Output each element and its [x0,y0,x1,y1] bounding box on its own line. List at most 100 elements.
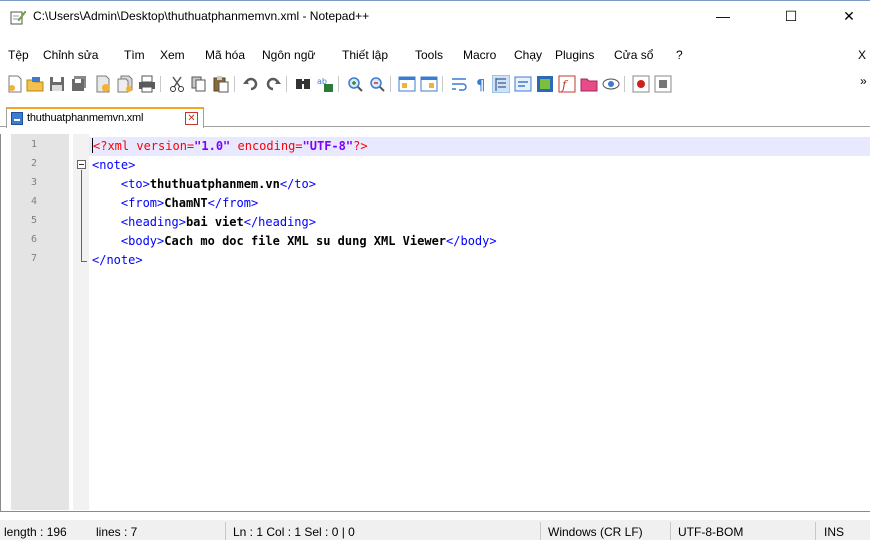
xml-tag: <to> [120,177,150,191]
xml-text: ChamNT [164,196,208,210]
toolbar-separator [234,76,235,92]
fold-end-marker [81,261,87,262]
find-icon[interactable] [294,75,312,93]
status-encoding[interactable]: UTF-8-BOM [678,525,743,539]
fold-line [81,170,82,261]
menu-language[interactable]: Ngôn ngữ [262,48,315,62]
xml-tag: </body> [446,234,497,248]
zoom-out-icon[interactable] [368,75,386,93]
xml-tag: </to> [279,177,316,191]
tab-close-icon[interactable]: ✕ [185,112,198,125]
code-line-4[interactable]: <from>ChamNT</from> [89,194,870,213]
editor-area[interactable]: 1 2 3 4 5 6 7 <?xml version="1.0" encodi… [0,134,870,512]
menu-file[interactable]: Tệp [8,48,29,62]
line-number-margin: 1 2 3 4 5 6 7 [11,134,69,510]
menu-view[interactable]: Xem [160,48,185,62]
toolbar: ab ¶ f » [0,71,870,99]
sync-vertical-icon[interactable] [398,75,416,93]
document-map-icon[interactable] [536,75,554,93]
new-file-icon[interactable] [6,75,24,93]
xml-declaration-open: <?xml [93,139,130,153]
show-all-characters-icon[interactable]: ¶ [472,75,490,93]
indent-guide-icon[interactable] [492,75,510,93]
sync-horizontal-icon[interactable] [420,75,438,93]
xml-tag: <from> [120,196,165,210]
fold-collapse-icon[interactable] [77,160,86,169]
close-window-button[interactable]: ✕ [826,1,870,31]
status-insert-mode[interactable]: INS [824,525,844,539]
copy-icon[interactable] [190,75,208,93]
function-list-icon[interactable]: f [558,75,576,93]
paste-icon[interactable] [212,75,230,93]
line-number: 3 [30,177,38,188]
code-line-7[interactable]: </note> [89,251,870,270]
svg-text:¶: ¶ [476,76,486,93]
user-language-icon[interactable] [514,75,532,93]
tab-label: thuthuatphanmemvn.xml [27,112,144,124]
close-document-button[interactable]: X [858,48,866,62]
status-eol[interactable]: Windows (CR LF) [548,525,643,539]
line-number: 7 [30,253,38,264]
stop-macro-icon[interactable] [654,75,672,93]
status-length: length : 196 [4,525,67,539]
record-macro-icon[interactable] [632,75,650,93]
code-line-6[interactable]: <body>Cach mo doc file XML su dung XML V… [89,232,870,251]
title-bar: C:\Users\Admin\Desktop\thuthuatphanmemvn… [0,0,870,30]
xml-tag: </note> [92,253,143,267]
tab-thuthuatphanmemvn-xml[interactable]: thuthuatphanmemvn.xml ✕ [6,107,204,128]
code-line-3[interactable]: <to>thuthuatphanmem.vn</to> [89,175,870,194]
status-separator [815,522,816,540]
xml-attribute-name: encoding= [230,139,303,153]
menu-plugins[interactable]: Plugins [555,48,594,62]
word-wrap-icon[interactable] [450,75,468,93]
xml-tag: </from> [207,196,259,210]
xml-tag: </heading> [243,215,316,229]
menu-search[interactable]: Tìm [124,48,145,62]
maximize-button[interactable]: ☐ [768,1,814,31]
save-all-icon[interactable] [70,75,88,93]
menu-settings[interactable]: Thiết lập [342,48,388,62]
code-line-2[interactable]: <note> [89,156,870,175]
folder-workspace-icon[interactable] [580,75,598,93]
menu-tools[interactable]: Tools [415,48,443,62]
menu-macro[interactable]: Macro [463,48,496,62]
toolbar-separator [624,76,625,92]
close-icon[interactable] [94,75,112,93]
toolbar-separator [160,76,161,92]
cut-icon[interactable] [168,75,186,93]
zoom-in-icon[interactable] [346,75,364,93]
redo-icon[interactable] [264,75,282,93]
menu-help[interactable]: ? [676,48,683,62]
menu-bar: Tệp Chỉnh sửa Tìm Xem Mã hóa Ngôn ngữ Th… [0,45,870,67]
monitoring-icon[interactable] [602,75,620,93]
xml-tag: <heading> [120,215,186,229]
menu-run[interactable]: Chạy [514,48,542,62]
code-line-1[interactable]: <?xml version="1.0" encoding="UTF-8"?> [89,137,870,156]
status-position: Ln : 1 Col : 1 Sel : 0 | 0 [233,525,355,539]
toolbar-separator [390,76,391,92]
code-line-5[interactable]: <heading>bai viet</heading> [89,213,870,232]
status-separator [225,522,226,540]
close-all-icon[interactable] [116,75,134,93]
line-number: 2 [30,158,38,169]
xml-text: bai viet [185,215,244,229]
toolbar-overflow-icon[interactable]: » [860,74,867,88]
print-icon[interactable] [138,75,156,93]
status-separator [540,522,541,540]
notepad-plus-plus-icon [10,10,26,25]
menu-edit[interactable]: Chỉnh sửa [43,48,98,62]
replace-icon[interactable]: ab [316,75,334,93]
undo-icon[interactable] [242,75,260,93]
xml-tag: <note> [92,158,136,172]
open-file-icon[interactable] [26,75,44,93]
menu-window[interactable]: Cửa sổ [614,48,653,62]
xml-tag: <body> [120,234,165,248]
status-lines: lines : 7 [96,525,138,539]
minimize-button[interactable]: — [700,1,746,31]
line-number: 5 [30,215,38,226]
menu-encoding[interactable]: Mã hóa [205,48,245,62]
save-icon[interactable] [48,75,66,93]
